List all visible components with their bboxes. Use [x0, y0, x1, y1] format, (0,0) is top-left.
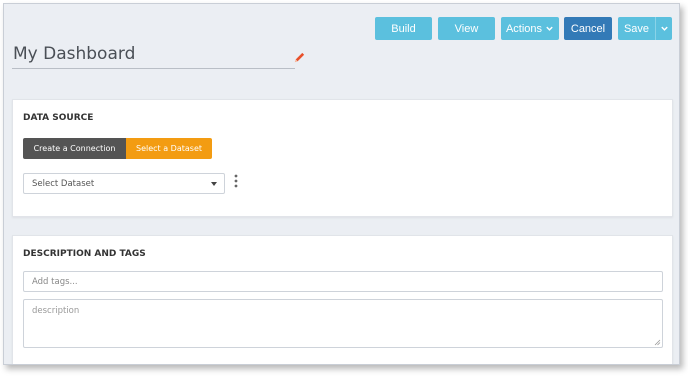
save-button-label: Save: [623, 22, 650, 35]
dashboard-title-field[interactable]: My Dashboard: [12, 42, 295, 69]
chevron-down-icon: [546, 26, 553, 31]
cancel-button[interactable]: Cancel: [564, 17, 612, 40]
actions-button-label: Actions: [505, 22, 543, 35]
tags-input[interactable]: Add tags...: [23, 271, 663, 292]
kebab-icon[interactable]: [233, 174, 239, 188]
resize-grip-icon[interactable]: [654, 339, 661, 346]
description-tags-panel: DESCRIPTION AND TAGS Add tags... descrip…: [12, 235, 673, 364]
tab-select-dataset-label: Select a Dataset: [136, 144, 202, 153]
tab-create-connection-label: Create a Connection: [33, 144, 116, 153]
save-options-button[interactable]: [655, 17, 672, 40]
build-button-label: Build: [391, 22, 416, 35]
description-tags-heading: DESCRIPTION AND TAGS: [23, 249, 146, 259]
build-button[interactable]: Build: [375, 17, 432, 40]
view-button[interactable]: View: [438, 17, 495, 40]
tags-input-placeholder: Add tags...: [32, 276, 78, 287]
description-placeholder: description: [32, 306, 80, 316]
page-title: My Dashboard: [13, 44, 136, 64]
caret-down-icon: [211, 182, 217, 186]
dataset-select-value: Select Dataset: [32, 178, 95, 189]
tab-select-dataset[interactable]: Select a Dataset: [126, 138, 212, 159]
description-textarea[interactable]: description: [23, 299, 663, 348]
save-button[interactable]: Save: [618, 17, 655, 40]
chevron-down-icon: [660, 26, 668, 31]
data-source-heading: DATA SOURCE: [23, 113, 94, 123]
pencil-icon[interactable]: [293, 51, 306, 64]
dashboard-editor: Build View Actions Cancel Save My Dashbo…: [3, 3, 680, 365]
data-source-panel: DATA SOURCE Create a Connection Select a…: [12, 99, 673, 217]
view-button-label: View: [454, 22, 479, 35]
tab-create-connection[interactable]: Create a Connection: [23, 138, 126, 159]
dataset-select[interactable]: Select Dataset: [23, 173, 225, 194]
cancel-button-label: Cancel: [570, 22, 606, 35]
actions-dropdown-button[interactable]: Actions: [501, 17, 559, 40]
data-source-tabs: Create a Connection Select a Dataset: [23, 138, 212, 159]
